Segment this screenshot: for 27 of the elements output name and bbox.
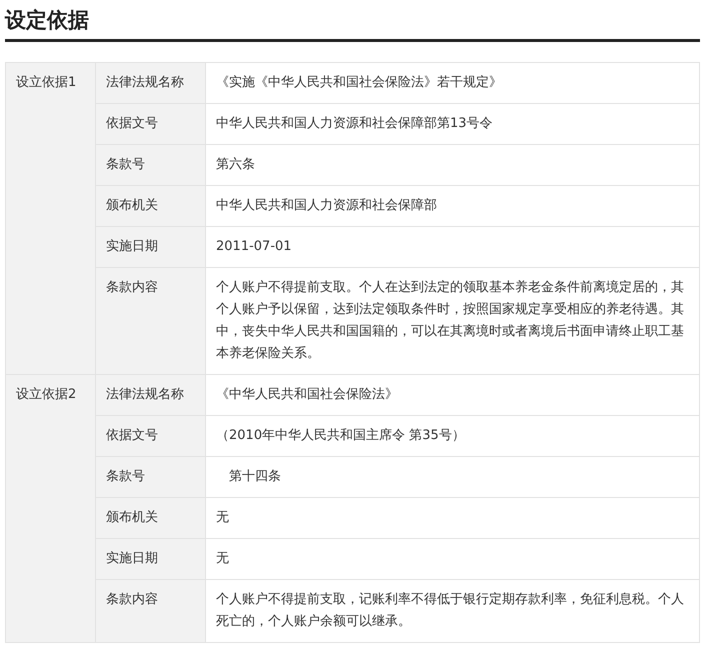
field-label: 条款号 (106, 157, 145, 172)
field-label: 颁布机关 (106, 198, 158, 213)
field-label: 法律法规名称 (106, 387, 184, 402)
field-value: 中华人民共和国人力资源和社会保障部 (216, 198, 437, 213)
field-value: 第六条 (216, 157, 255, 172)
field-value: 《实施《中华人民共和国社会保险法》若干规定》 (216, 75, 502, 90)
field-value: 个人账户不得提前支取。个人在达到法定的领取基本养老金条件前离境定居的，其个人账户予以保留，达到法定领取条件时，按照国家规定享受相应的养老待遇。其中，丧失中华人民共和国国籍的，可以在其离境时或者离境后书面申请终止职工基本养老保险关系。 (216, 280, 684, 361)
field-label: 条款内容 (106, 280, 158, 295)
field-value: 2011-07-01 (216, 239, 292, 254)
field-label: 颁布机关 (106, 510, 158, 525)
field-label: 条款内容 (106, 592, 158, 607)
group-label: 设立依据1 (16, 75, 76, 90)
field-label: 实施日期 (106, 239, 158, 254)
field-label: 条款号 (106, 469, 145, 484)
section-title: 设定依据 (5, 7, 90, 34)
field-label: 法律法规名称 (106, 75, 184, 90)
group-label: 设立依据2 (16, 387, 76, 402)
field-value: 个人账户不得提前支取，记账利率不得低于银行定期存款利率，免征利息税。个人死亡的，个人账户余额可以继承。 (216, 592, 684, 629)
field-value: 中华人民共和国人力资源和社会保障部第13号令 (216, 116, 493, 131)
field-label: 依据文号 (106, 428, 158, 443)
field-value: 第十四条 (228, 469, 281, 484)
field-value: 无 (216, 510, 229, 525)
field-label: 依据文号 (106, 116, 158, 131)
field-label: 实施日期 (106, 551, 158, 566)
field-value: 无 (216, 551, 229, 566)
field-value: （2010年中华人民共和国主席令 第35号） (216, 428, 465, 443)
field-value: 《中华人民共和国社会保险法》 (216, 387, 398, 402)
